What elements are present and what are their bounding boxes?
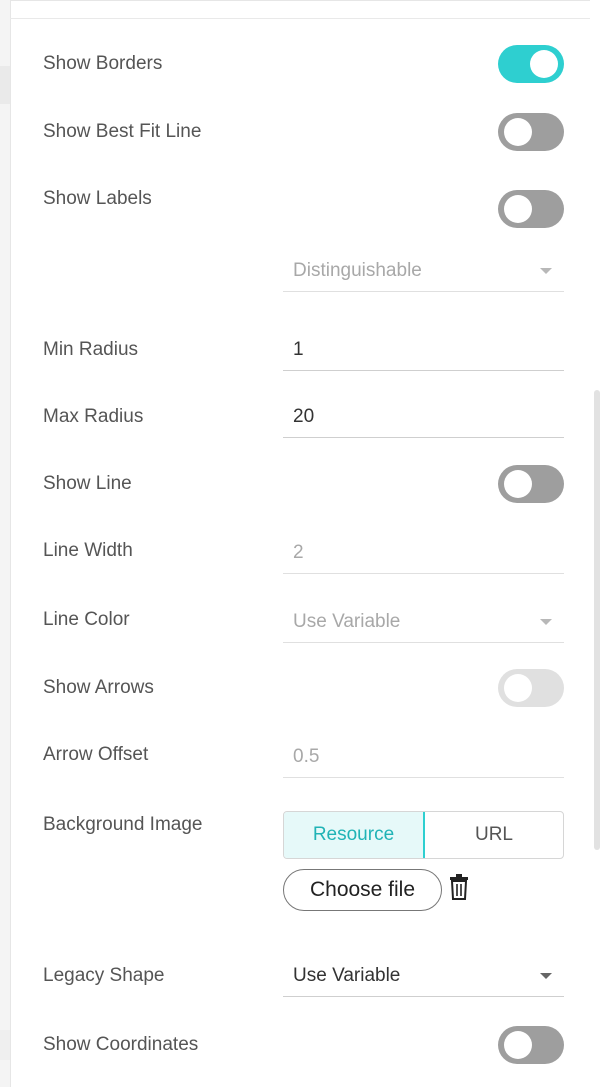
row-max-radius: Max Radius 20 <box>43 398 564 440</box>
outer-tab-nub-bottom <box>0 1030 10 1060</box>
row-line-width: Line Width 2 <box>43 534 564 576</box>
row-line-color: Line Color Use Variable <box>43 603 564 645</box>
choose-file-button[interactable]: Choose file <box>283 869 442 911</box>
label-mode-value: Distinguishable <box>293 260 422 281</box>
row-background-image: Background Image Resource URL Choose fil… <box>43 811 564 921</box>
row-show-coordinates: Show Coordinates <box>43 1026 564 1066</box>
scrollbar-thumb[interactable] <box>594 390 600 850</box>
outer-background <box>0 0 10 1087</box>
show-labels-label: Show Labels <box>43 188 152 209</box>
line-color-label: Line Color <box>43 609 130 630</box>
toggle-knob <box>504 674 532 702</box>
row-show-borders: Show Borders <box>43 45 564 85</box>
resource-option[interactable]: Resource <box>284 812 425 858</box>
chevron-down-icon <box>540 268 552 274</box>
show-best-fit-line-toggle[interactable] <box>498 113 564 151</box>
show-line-label: Show Line <box>43 473 132 494</box>
line-color-select[interactable]: Use Variable <box>283 603 564 643</box>
line-color-value: Use Variable <box>293 611 401 632</box>
line-width-input[interactable]: 2 <box>283 534 564 574</box>
line-width-label: Line Width <box>43 540 133 561</box>
row-show-best-fit-line: Show Best Fit Line <box>43 113 564 153</box>
background-image-source-toggle: Resource URL <box>283 811 564 859</box>
panel-divider <box>10 18 590 19</box>
toggle-knob <box>504 1031 532 1059</box>
show-arrows-toggle[interactable] <box>498 669 564 707</box>
arrow-offset-input[interactable]: 0.5 <box>283 738 564 778</box>
max-radius-value: 20 <box>293 406 315 427</box>
row-show-arrows: Show Arrows <box>43 669 564 709</box>
show-labels-toggle[interactable] <box>498 190 564 228</box>
min-radius-value: 1 <box>293 339 304 360</box>
row-show-labels: Show Labels <box>43 182 564 228</box>
row-label-mode: Distinguishable <box>43 252 564 294</box>
arrow-offset-label: Arrow Offset <box>43 744 149 765</box>
row-legacy-shape: Legacy Shape Use Variable <box>43 957 564 999</box>
url-option[interactable]: URL <box>424 812 563 858</box>
legacy-shape-value: Use Variable <box>293 965 401 986</box>
row-min-radius: Min Radius 1 <box>43 331 564 373</box>
show-coordinates-toggle[interactable] <box>498 1026 564 1064</box>
legacy-shape-select[interactable]: Use Variable <box>283 957 564 997</box>
toggle-knob <box>530 50 558 78</box>
toggle-knob <box>504 118 532 146</box>
chevron-down-icon <box>540 973 552 979</box>
max-radius-input[interactable]: 20 <box>283 398 564 438</box>
chevron-down-icon <box>540 619 552 625</box>
label-mode-select[interactable]: Distinguishable <box>283 252 564 292</box>
show-coordinates-label: Show Coordinates <box>43 1034 199 1055</box>
show-borders-toggle[interactable] <box>498 45 564 83</box>
toggle-knob <box>504 470 532 498</box>
show-arrows-label: Show Arrows <box>43 677 154 698</box>
background-image-label: Background Image <box>43 814 203 835</box>
min-radius-input[interactable]: 1 <box>283 331 564 371</box>
toggle-knob <box>504 195 532 223</box>
show-best-fit-line-label: Show Best Fit Line <box>43 121 202 142</box>
arrow-offset-value: 0.5 <box>293 746 320 767</box>
outer-tab-nub <box>0 66 10 104</box>
show-line-toggle[interactable] <box>498 465 564 503</box>
row-arrow-offset: Arrow Offset 0.5 <box>43 738 564 780</box>
row-show-line: Show Line <box>43 465 564 505</box>
line-width-value: 2 <box>293 542 304 563</box>
trash-icon[interactable] <box>448 874 470 900</box>
max-radius-label: Max Radius <box>43 406 144 427</box>
show-borders-label: Show Borders <box>43 53 163 74</box>
min-radius-label: Min Radius <box>43 339 139 360</box>
legacy-shape-label: Legacy Shape <box>43 965 165 986</box>
